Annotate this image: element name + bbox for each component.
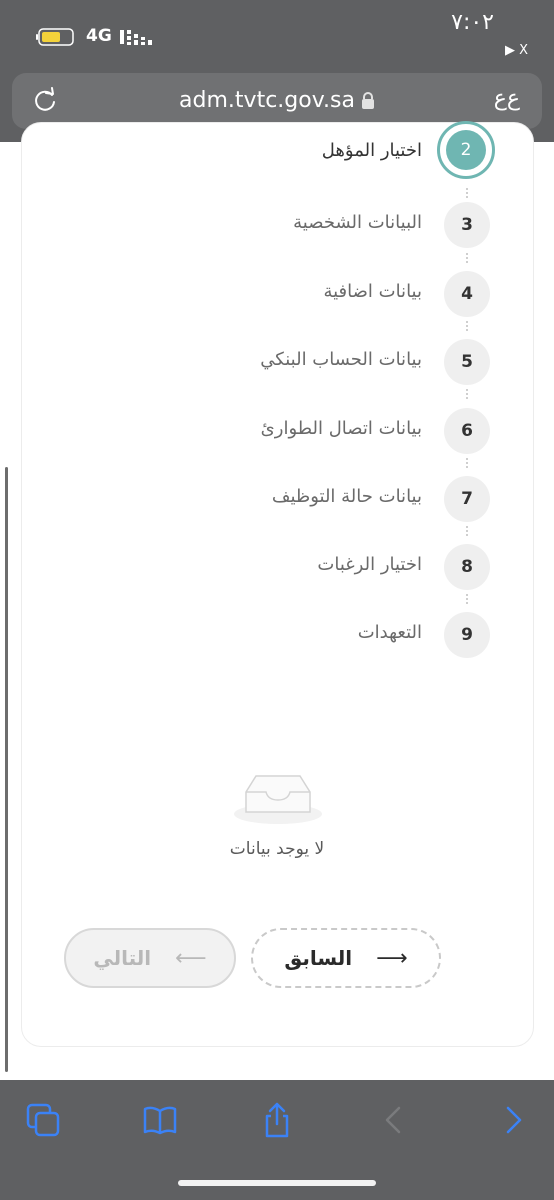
step-connector xyxy=(466,321,470,331)
step-indicator-active: 2 xyxy=(437,121,495,179)
step-number: 6 xyxy=(444,408,490,454)
back-chevron-icon[interactable] xyxy=(376,1102,412,1138)
arrow-left-icon: ⟵ xyxy=(175,945,207,971)
step-number: 9 xyxy=(444,612,490,658)
page-content: 2 اختيار المؤهل 3 البيانات الشخصية 4 بيا… xyxy=(0,121,554,1080)
url-display[interactable]: adm.tvtc.gov.sa xyxy=(12,88,542,113)
next-button[interactable]: التالي ⟵ xyxy=(64,928,236,988)
step-label: بيانات اتصال الطوارئ xyxy=(260,418,422,439)
tabs-icon[interactable] xyxy=(25,1102,61,1138)
step-label: بيانات اضافية xyxy=(323,281,422,302)
forward-chevron-icon[interactable] xyxy=(496,1102,532,1138)
bookmarks-icon[interactable] xyxy=(142,1102,178,1138)
step-item-emergency-contact[interactable]: 6 بيانات اتصال الطوارئ xyxy=(0,408,554,468)
signal-icon xyxy=(120,30,152,45)
arrow-right-icon: ⟶ xyxy=(376,945,408,971)
step-item-qualification[interactable]: 2 اختيار المؤهل xyxy=(0,121,554,198)
home-indicator[interactable] xyxy=(178,1180,376,1186)
network-type: 4G xyxy=(86,26,112,46)
empty-state-text: لا يوجد بيانات xyxy=(229,839,325,859)
step-item-bank-account[interactable]: 5 بيانات الحساب البنكي xyxy=(0,339,554,399)
step-label: التعهدات xyxy=(357,622,422,643)
step-label: بيانات الحساب البنكي xyxy=(260,349,422,370)
previous-button-label: السابق xyxy=(284,946,353,970)
text-size-button[interactable]: ﻉﻉ xyxy=(494,86,520,111)
step-connector xyxy=(466,188,470,198)
step-connector xyxy=(466,253,470,263)
lock-icon xyxy=(361,92,374,109)
inbox-icon xyxy=(234,775,322,824)
step-label: البيانات الشخصية xyxy=(293,212,422,233)
step-number: 7 xyxy=(444,476,490,522)
step-item-additional-data[interactable]: 4 بيانات اضافية xyxy=(0,271,554,331)
step-number: 8 xyxy=(444,544,490,590)
status-time: ٧:٠٢ xyxy=(451,10,494,35)
step-number: 3 xyxy=(444,202,490,248)
step-connector xyxy=(466,389,470,399)
battery-icon xyxy=(36,28,74,46)
step-item-personal-data[interactable]: 3 البيانات الشخصية xyxy=(0,202,554,262)
share-icon[interactable] xyxy=(259,1102,295,1138)
url-text: adm.tvtc.gov.sa xyxy=(179,88,355,113)
step-number: 5 xyxy=(444,339,490,385)
step-label: اختيار الرغبات xyxy=(317,554,422,575)
next-button-label: التالي xyxy=(93,946,152,970)
step-item-pledges[interactable]: 9 التعهدات xyxy=(0,612,554,672)
step-label: اختيار المؤهل xyxy=(321,140,422,161)
step-label: بيانات حالة التوظيف xyxy=(271,486,422,507)
step-connector xyxy=(466,594,470,604)
step-number: 2 xyxy=(446,130,486,170)
previous-button[interactable]: السابق ⟶ xyxy=(251,928,441,988)
step-item-employment-status[interactable]: 7 بيانات حالة التوظيف xyxy=(0,476,554,536)
back-to-app-link[interactable]: ▶ X xyxy=(505,43,528,58)
page-scrollbar[interactable] xyxy=(5,467,8,1072)
step-connector xyxy=(466,526,470,536)
step-item-preferences[interactable]: 8 اختيار الرغبات xyxy=(0,544,554,604)
step-connector xyxy=(466,458,470,468)
step-number: 4 xyxy=(444,271,490,317)
